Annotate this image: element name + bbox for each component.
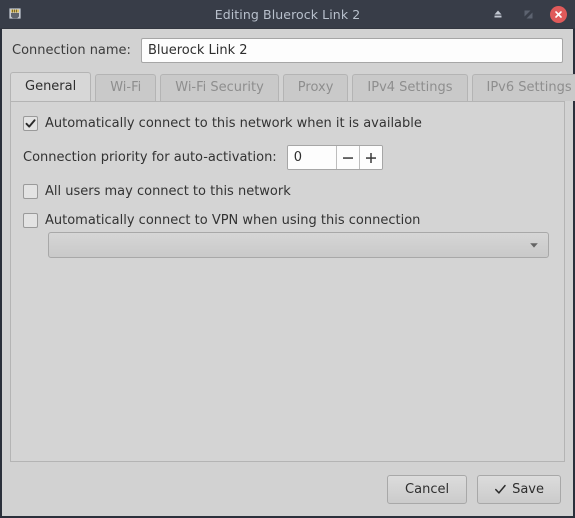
tab-wifi[interactable]: Wi-Fi bbox=[95, 74, 157, 101]
priority-decrement-button[interactable] bbox=[335, 146, 359, 169]
general-tab-panel: Automatically connect to this network wh… bbox=[10, 101, 565, 462]
all-users-checkbox[interactable] bbox=[23, 184, 38, 199]
connection-name-label: Connection name: bbox=[12, 43, 131, 58]
connection-priority-value[interactable]: 0 bbox=[287, 146, 336, 169]
auto-connect-row[interactable]: Automatically connect to this network wh… bbox=[23, 116, 552, 131]
tab-wifi-security[interactable]: Wi-Fi Security bbox=[160, 74, 279, 101]
save-button[interactable]: Save bbox=[477, 474, 561, 504]
auto-connect-checkbox[interactable] bbox=[23, 116, 38, 131]
checkmark-icon bbox=[495, 484, 506, 494]
tab-bar: General Wi-Fi Wi-Fi Security Proxy IPv4 … bbox=[2, 71, 575, 101]
shade-window-icon[interactable] bbox=[490, 6, 506, 22]
maximize-window-icon[interactable] bbox=[520, 6, 536, 22]
connection-priority-label: Connection priority for auto-activation: bbox=[23, 150, 277, 165]
dialog-footer: Cancel Save bbox=[2, 462, 573, 516]
vpn-auto-connect-label: Automatically connect to VPN when using … bbox=[45, 213, 421, 228]
all-users-label: All users may connect to this network bbox=[45, 184, 291, 199]
all-users-row[interactable]: All users may connect to this network bbox=[23, 184, 552, 199]
network-port-icon bbox=[6, 5, 24, 23]
window-title: Editing Bluerock Link 2 bbox=[214, 6, 361, 22]
vpn-auto-connect-row[interactable]: Automatically connect to VPN when using … bbox=[23, 213, 552, 228]
editing-connection-window: Editing Bluerock Link 2 Connection name:… bbox=[0, 0, 575, 518]
close-window-icon[interactable] bbox=[550, 5, 567, 23]
tab-general[interactable]: General bbox=[10, 72, 92, 101]
tab-ipv4-settings[interactable]: IPv4 Settings bbox=[352, 74, 468, 101]
vpn-combo-wrapper bbox=[48, 232, 549, 258]
minus-icon bbox=[342, 156, 353, 159]
cancel-button-label: Cancel bbox=[405, 481, 450, 497]
titlebar: Editing Bluerock Link 2 bbox=[0, 0, 575, 29]
connection-name-input[interactable] bbox=[140, 38, 563, 63]
dialog-body: Connection name: General Wi-Fi Wi-Fi Sec… bbox=[0, 29, 575, 518]
chevron-down-icon bbox=[530, 243, 538, 248]
checkmark-icon bbox=[25, 119, 36, 128]
save-button-label: Save bbox=[512, 481, 544, 497]
vpn-connection-select[interactable] bbox=[48, 232, 549, 258]
window-controls bbox=[490, 5, 567, 23]
tab-proxy[interactable]: Proxy bbox=[282, 74, 349, 101]
vpn-auto-connect-checkbox[interactable] bbox=[23, 213, 38, 228]
cancel-button[interactable]: Cancel bbox=[387, 474, 468, 504]
tab-ipv6-settings[interactable]: IPv6 Settings bbox=[471, 74, 575, 101]
priority-increment-button[interactable] bbox=[358, 146, 382, 169]
auto-connect-label: Automatically connect to this network wh… bbox=[45, 116, 422, 131]
connection-priority-row: Connection priority for auto-activation:… bbox=[23, 145, 552, 170]
plus-icon bbox=[365, 152, 376, 163]
connection-name-row: Connection name: bbox=[2, 29, 573, 71]
connection-priority-stepper[interactable]: 0 bbox=[286, 145, 383, 170]
